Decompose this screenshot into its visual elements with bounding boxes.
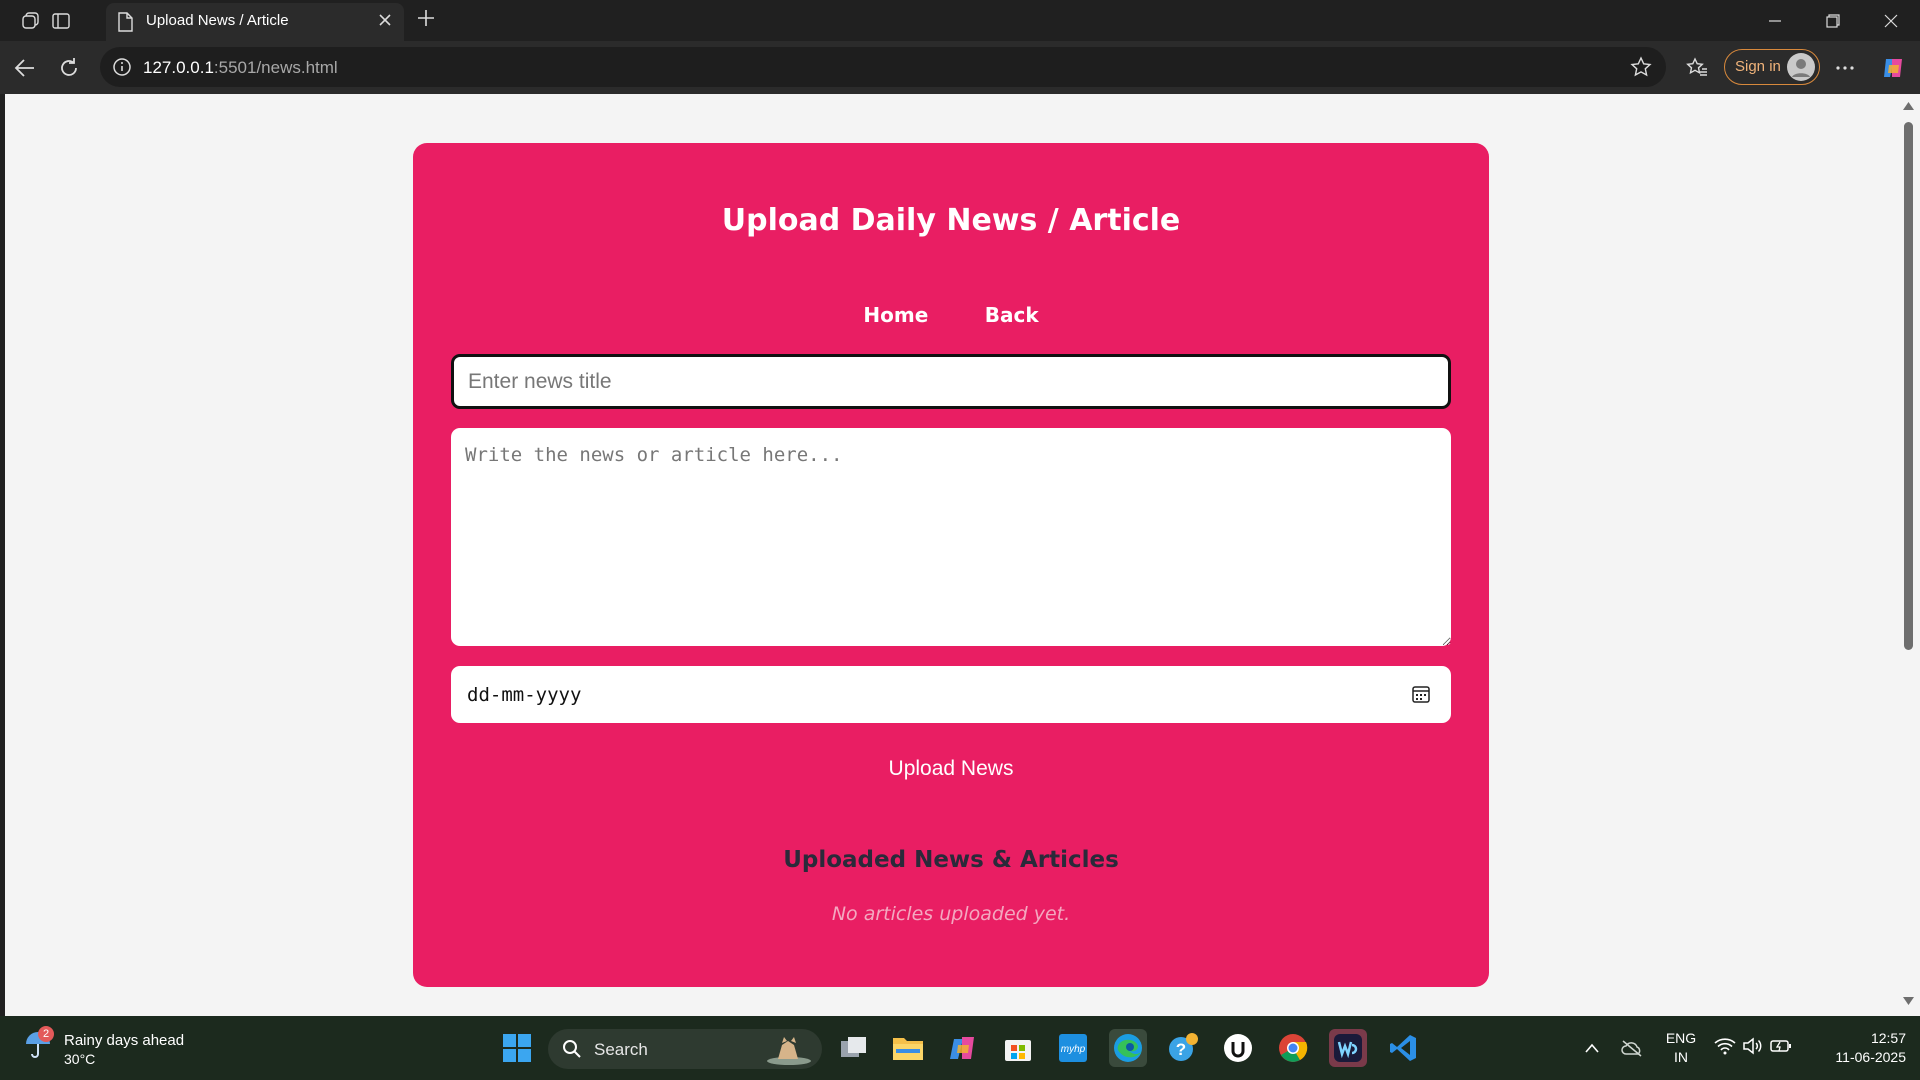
empty-articles-message: No articles uploaded yet. — [831, 903, 1071, 925]
weather-badge: 2 — [38, 1026, 54, 1042]
scroll-up-icon[interactable] — [1903, 102, 1914, 110]
file-explorer-icon[interactable] — [889, 1029, 927, 1067]
browser-tab[interactable]: Upload News / Article — [106, 3, 404, 41]
favorites-icon[interactable] — [1684, 55, 1710, 81]
scroll-thumb[interactable] — [1904, 122, 1913, 650]
svg-text:?: ? — [1176, 1040, 1186, 1059]
search-label: Search — [594, 1040, 648, 1059]
vscode-icon[interactable] — [1384, 1029, 1422, 1067]
onedrive-offline-icon[interactable] — [1614, 1029, 1650, 1067]
tab-title: Upload News / Article — [146, 12, 289, 29]
webstorm-app-icon[interactable] — [1329, 1029, 1367, 1067]
taskbar-search[interactable]: Search — [548, 1029, 822, 1069]
weather-summary: Rainy days ahead — [64, 1032, 185, 1049]
url-path: :5501/news.html — [213, 58, 338, 77]
browser-toolbar: 127.0.0.1:5501/news.html Sign in — [0, 41, 1920, 94]
battery-icon — [1770, 1037, 1792, 1060]
tab-actions-icon[interactable] — [48, 8, 74, 34]
search-icon — [562, 1039, 582, 1064]
url-host: 127.0.0.1 — [143, 58, 214, 77]
copilot-icon[interactable] — [1880, 55, 1906, 81]
refresh-icon[interactable] — [56, 55, 82, 81]
uploaded-section-title: Uploaded News & Articles — [783, 847, 1119, 873]
show-hidden-icons-icon[interactable] — [1574, 1029, 1610, 1067]
minimize-icon[interactable] — [1752, 6, 1798, 36]
workspaces-icon[interactable] — [18, 8, 44, 34]
volume-icon — [1742, 1036, 1764, 1060]
help-app-icon[interactable]: ? — [1164, 1029, 1202, 1067]
date-input[interactable]: dd-mm-yyyy — [451, 666, 1451, 723]
sign-in-label: Sign in — [1735, 58, 1781, 75]
system-clock[interactable]: 12:57 11-06-2025 — [1806, 1030, 1906, 1065]
weather-temperature: 30°C — [64, 1051, 96, 1067]
clock-date: 11-06-2025 — [1835, 1049, 1906, 1065]
profile-avatar-icon — [1787, 53, 1815, 81]
sign-in-button[interactable]: Sign in — [1724, 49, 1820, 85]
back-arrow-icon[interactable] — [12, 55, 38, 81]
back-link[interactable]: Back — [985, 303, 1039, 327]
copilot-app-icon[interactable] — [944, 1029, 982, 1067]
close-tab-icon[interactable] — [378, 13, 392, 32]
microsoft-store-icon[interactable] — [999, 1029, 1037, 1067]
udemy-app-icon[interactable] — [1219, 1029, 1257, 1067]
home-link[interactable]: Home — [863, 303, 928, 327]
umbrella-icon: 2 — [24, 1026, 54, 1065]
clock-time: 12:57 — [1870, 1030, 1906, 1046]
calendar-icon[interactable] — [1411, 684, 1431, 709]
cat-illustration-icon — [764, 1031, 814, 1072]
page-title: Upload Daily News / Article — [721, 203, 1181, 238]
date-placeholder: dd-mm-yyyy — [467, 684, 582, 706]
page-scrollbar[interactable] — [1897, 94, 1920, 1016]
myhp-icon[interactable]: myhp — [1054, 1029, 1092, 1067]
svg-text:myhp: myhp — [1061, 1044, 1086, 1055]
page-viewport: Upload Daily News / Article Home Back dd… — [5, 94, 1897, 1016]
chrome-browser-icon[interactable] — [1274, 1029, 1312, 1067]
task-view-icon[interactable] — [835, 1029, 873, 1067]
news-body-textarea[interactable] — [451, 428, 1451, 646]
document-icon — [116, 12, 134, 37]
wifi-icon — [1714, 1037, 1736, 1060]
new-tab-icon[interactable] — [416, 8, 436, 33]
nav-links: Home Back — [413, 303, 1489, 327]
url-text: 127.0.0.1:5501/news.html — [143, 58, 338, 78]
upload-news-button[interactable]: Upload News — [413, 757, 1489, 781]
more-options-icon[interactable] — [1832, 55, 1858, 81]
edge-browser-icon[interactable] — [1109, 1029, 1147, 1067]
start-menu-icon[interactable] — [498, 1029, 536, 1067]
favorite-star-icon[interactable] — [1630, 56, 1652, 83]
windows-taskbar: 2 Rainy days ahead 30°C Search myhp ? EN… — [0, 1016, 1920, 1080]
restore-icon[interactable] — [1810, 6, 1856, 36]
site-info-icon[interactable] — [112, 57, 132, 82]
browser-titlebar: Upload News / Article — [0, 0, 1920, 41]
region-code: IN — [1674, 1049, 1688, 1065]
news-title-input[interactable] — [451, 354, 1451, 409]
system-status-tray[interactable] — [1708, 1029, 1798, 1067]
upload-card: Upload Daily News / Article Home Back dd… — [413, 143, 1489, 987]
address-bar[interactable]: 127.0.0.1:5501/news.html — [100, 47, 1666, 87]
scroll-down-icon[interactable] — [1903, 997, 1914, 1005]
language-indicator[interactable]: ENG IN — [1660, 1030, 1702, 1065]
language-code: ENG — [1665, 1030, 1697, 1046]
close-window-icon[interactable] — [1868, 6, 1914, 36]
